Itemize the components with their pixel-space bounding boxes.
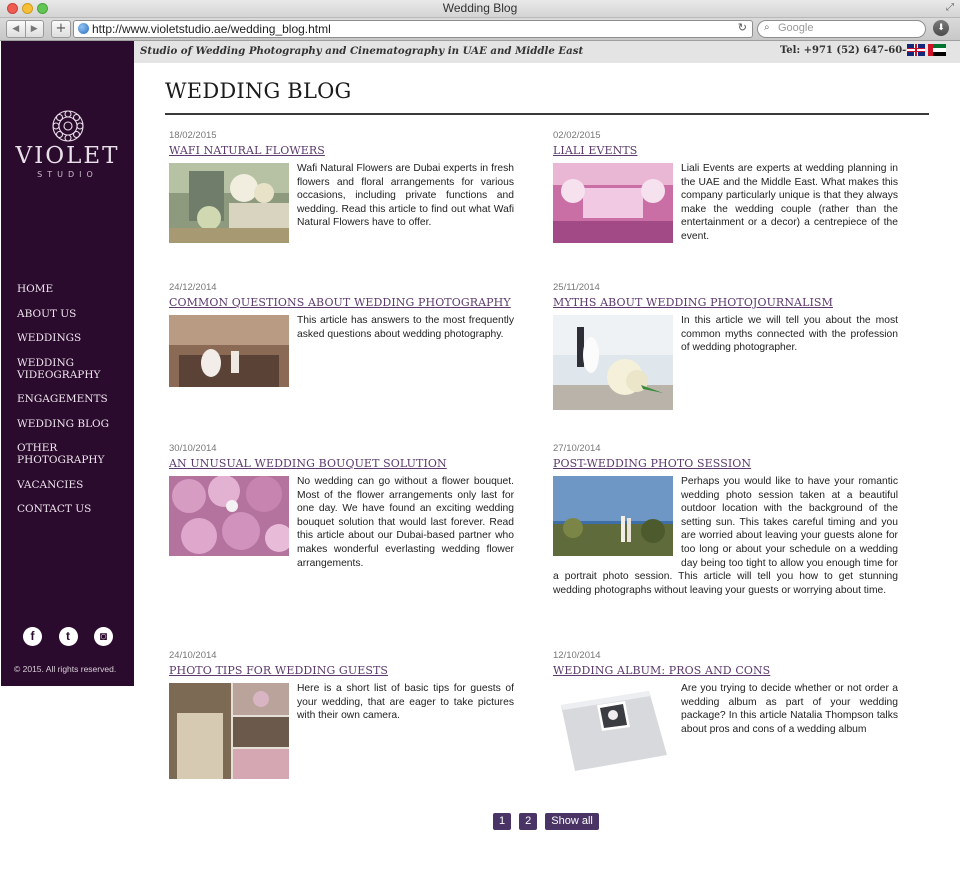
nav-item-wedding-blog[interactable]: WEDDING BLOG — [17, 418, 129, 430]
title-divider — [165, 113, 929, 115]
blog-post: 25/11/2014 MYTHS ABOUT WEDDING PHOTOJOUR… — [553, 282, 898, 412]
uae-flag-icon[interactable] — [928, 44, 946, 56]
nav-item-contact-us[interactable]: CONTACT US — [17, 503, 129, 515]
site-tagline: Studio of Wedding Photography and Cinema… — [140, 45, 584, 57]
post-title-link[interactable]: POST-WEDDING PHOTO SESSION — [553, 457, 898, 470]
post-thumbnail-collage[interactable] — [169, 683, 289, 779]
main-nav: HOME ABOUT US WEDDINGS WEDDING VIDEOGRAP… — [17, 283, 129, 528]
page-1-button[interactable]: 1 — [493, 813, 512, 830]
top-info-strip: Studio of Wedding Photography and Cinema… — [134, 41, 960, 63]
blog-post: 30/10/2014 AN UNUSUAL WEDDING BOUQUET SO… — [169, 443, 514, 570]
history-nav: ◀ ▶ — [6, 20, 44, 38]
nav-item-home[interactable]: HOME — [17, 283, 129, 295]
post-title-link[interactable]: WEDDING ALBUM: PROS AND CONS — [553, 664, 898, 677]
post-title-link[interactable]: MYTHS ABOUT WEDDING PHOTOJOURNALISM — [553, 296, 898, 309]
fullscreen-icon[interactable]: ⤢ — [946, 2, 954, 13]
post-title-link[interactable]: PHOTO TIPS FOR WEDDING GUESTS — [169, 664, 514, 677]
page-title: WEDDING BLOG — [165, 79, 352, 103]
post-thumbnail-sunset-couple[interactable] — [553, 476, 673, 556]
logo-wordmark[interactable]: VIOLET — [1, 143, 134, 169]
post-date: 24/10/2014 — [169, 650, 217, 661]
uk-flag-icon[interactable] — [907, 44, 925, 56]
globe-icon — [78, 23, 89, 34]
post-thumbnail-roses[interactable] — [169, 476, 289, 556]
post-thumbnail-bouquet-beach[interactable] — [553, 315, 673, 410]
post-date: 27/10/2014 — [553, 443, 601, 454]
post-title-link[interactable]: WAFI NATURAL FLOWERS — [169, 144, 514, 157]
back-icon[interactable]: ◀ — [7, 21, 26, 37]
blog-post: 24/10/2014 PHOTO TIPS FOR WEDDING GUESTS… — [169, 650, 514, 781]
social-links: f t ◙ — [23, 627, 113, 646]
nav-item-weddings[interactable]: WEDDINGS — [17, 332, 129, 344]
post-title-link[interactable]: COMMON QUESTIONS ABOUT WEDDING PHOTOGRAP… — [169, 296, 514, 309]
nav-item-other-photography[interactable]: OTHER PHOTOGRAPHY — [17, 442, 129, 466]
copyright-text: © 2015. All rights reserved. — [14, 664, 117, 674]
blog-post: 24/12/2014 COMMON QUESTIONS ABOUT WEDDIN… — [169, 282, 514, 389]
blog-post: 12/10/2014 WEDDING ALBUM: PROS AND CONS … — [553, 650, 898, 777]
blog-post: 18/02/2015 WAFI NATURAL FLOWERS Wafi Nat… — [169, 130, 514, 245]
post-title-link[interactable]: AN UNUSUAL WEDDING BOUQUET SOLUTION — [169, 457, 514, 470]
forward-icon[interactable]: ▶ — [26, 21, 44, 37]
new-tab-button[interactable]: + — [51, 20, 71, 38]
post-thumbnail-stage[interactable] — [553, 163, 673, 243]
sidebar: VIOLET STUDIO HOME ABOUT US WEDDINGS WED… — [1, 41, 134, 686]
window-title: Wedding Blog — [442, 1, 518, 15]
search-field[interactable]: ⌕ Google — [757, 20, 926, 38]
post-date: 18/02/2015 — [169, 130, 217, 141]
post-date: 02/02/2015 — [553, 130, 601, 141]
post-thumbnail-couple[interactable] — [169, 315, 289, 387]
search-icon: ⌕ — [764, 22, 770, 33]
pagination: 1 2 Show all — [493, 813, 599, 830]
violet-logo-icon[interactable] — [51, 109, 85, 143]
post-title-link[interactable]: LIALI EVENTS — [553, 144, 898, 157]
post-thumbnail-album[interactable] — [553, 683, 673, 775]
reload-icon[interactable]: ↻ — [738, 21, 747, 34]
downloads-icon[interactable]: ⬇ — [933, 20, 949, 36]
post-date: 12/10/2014 — [553, 650, 601, 661]
browser-toolbar: ◀ ▶ + http://www.violetstudio.ae/wedding… — [0, 18, 960, 41]
twitter-icon[interactable]: t — [58, 627, 78, 646]
nav-item-engagements[interactable]: ENGAGEMENTS — [17, 393, 129, 405]
nav-item-vacancies[interactable]: VACANCIES — [17, 479, 129, 491]
window-titlebar: Wedding Blog ⤢ — [0, 0, 960, 18]
search-placeholder: Google — [778, 22, 814, 34]
logo-subtitle: STUDIO — [37, 170, 98, 179]
post-date: 30/10/2014 — [169, 443, 217, 454]
nav-item-wedding-videography[interactable]: WEDDING VIDEOGRAPHY — [17, 357, 129, 381]
phone-number[interactable]: Tel: +971 (52) 647-60-07 — [780, 45, 920, 56]
post-date: 24/12/2014 — [169, 282, 217, 293]
page-2-button[interactable]: 2 — [519, 813, 538, 830]
show-all-button[interactable]: Show all — [545, 813, 599, 830]
url-text[interactable]: http://www.violetstudio.ae/wedding_blog.… — [92, 22, 331, 36]
blog-post: 27/10/2014 POST-WEDDING PHOTO SESSION Pe… — [553, 443, 898, 597]
address-bar[interactable]: http://www.violetstudio.ae/wedding_blog.… — [73, 20, 753, 38]
blog-post: 02/02/2015 LIALI EVENTS Liali Events are… — [553, 130, 898, 245]
facebook-icon[interactable]: f — [23, 627, 42, 646]
nav-item-about-us[interactable]: ABOUT US — [17, 308, 129, 320]
instagram-icon[interactable]: ◙ — [94, 627, 113, 646]
post-thumbnail-flowers[interactable] — [169, 163, 289, 243]
post-date: 25/11/2014 — [553, 282, 600, 293]
